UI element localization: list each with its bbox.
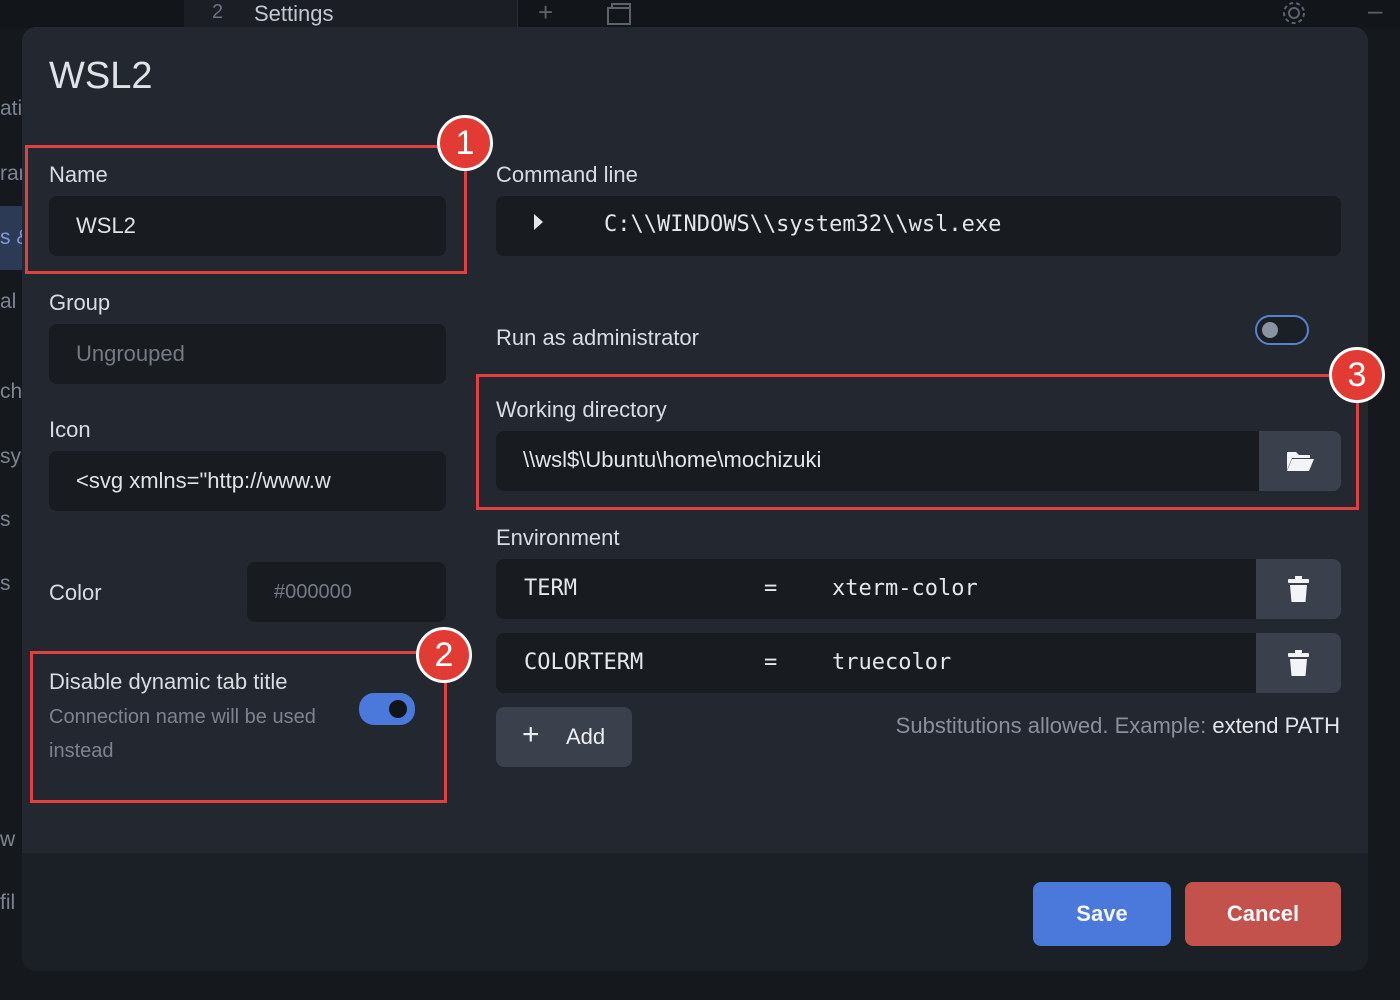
toggle-knob <box>1262 322 1278 338</box>
save-button[interactable]: Save <box>1033 882 1171 946</box>
env-value[interactable]: truecolor <box>832 650 951 675</box>
sidebar-fragment: s <box>0 572 11 595</box>
env-value[interactable]: xterm-color <box>832 576 978 601</box>
command-line-value: C:\\WINDOWS\\system32\\wsl.exe <box>604 212 1002 237</box>
delete-env-button[interactable] <box>1256 559 1341 619</box>
annotation-badge-3: 3 <box>1329 347 1385 403</box>
modal-title: WSL2 <box>49 55 153 97</box>
annotation-badge-2: 2 <box>416 627 472 683</box>
window-icon[interactable] <box>604 2 634 29</box>
sidebar-fragment: al <box>0 290 17 313</box>
env-row: COLORTERM = truecolor <box>496 633 1341 693</box>
icon-input[interactable] <box>49 451 446 511</box>
sidebar-fragment: s <box>0 508 11 531</box>
tab-number: 2 <box>212 1 224 23</box>
run-as-admin-label: Run as administrator <box>496 325 699 350</box>
cancel-button[interactable]: Cancel <box>1185 882 1341 946</box>
expand-arrow-icon[interactable] <box>534 214 543 230</box>
sidebar-fragment: w <box>0 828 16 851</box>
env-name[interactable]: TERM <box>524 576 577 601</box>
sidebar-fragment: ch <box>0 380 23 403</box>
highlight-box-1 <box>25 145 467 274</box>
tab-settings[interactable]: 2 Settings <box>184 0 518 28</box>
color-label: Color <box>49 580 102 605</box>
hint-text: Substitutions allowed. Example: <box>895 713 1207 738</box>
plus-icon: + <box>522 718 540 751</box>
minimize-icon[interactable]: – <box>1368 0 1382 23</box>
new-tab-icon[interactable]: + <box>538 0 553 25</box>
gear-icon[interactable] <box>1280 0 1308 29</box>
highlight-box-2 <box>30 651 447 803</box>
icon-label: Icon <box>49 417 91 442</box>
highlight-box-3 <box>476 374 1359 510</box>
app-tab-bar: 2 Settings + – <box>0 0 1400 28</box>
env-equals: = <box>764 650 778 675</box>
env-row: TERM = xterm-color <box>496 559 1341 619</box>
add-env-button[interactable]: + Add <box>496 707 632 767</box>
env-name[interactable]: COLORTERM <box>524 650 643 675</box>
color-input[interactable] <box>247 562 446 622</box>
group-input[interactable] <box>49 324 446 384</box>
group-label: Group <box>49 290 111 315</box>
run-as-admin-toggle[interactable] <box>1255 315 1309 345</box>
trash-icon <box>1288 576 1309 602</box>
delete-env-button[interactable] <box>1256 633 1341 693</box>
env-equals: = <box>764 576 778 601</box>
environment-label: Environment <box>496 525 620 550</box>
sidebar-fragment: fil <box>0 891 16 914</box>
sidebar-fragment: sy <box>0 445 21 468</box>
substitutions-hint: Substitutions allowed. Example: extend P… <box>896 713 1340 739</box>
trash-icon <box>1288 650 1309 676</box>
tab-title: Settings <box>254 1 334 26</box>
hint-example: extend PATH <box>1212 713 1340 738</box>
add-label: Add <box>566 724 606 749</box>
command-line-field[interactable]: C:\\WINDOWS\\system32\\wsl.exe <box>496 196 1341 256</box>
annotation-badge-1: 1 <box>437 115 493 171</box>
command-line-label: Command line <box>496 162 638 187</box>
